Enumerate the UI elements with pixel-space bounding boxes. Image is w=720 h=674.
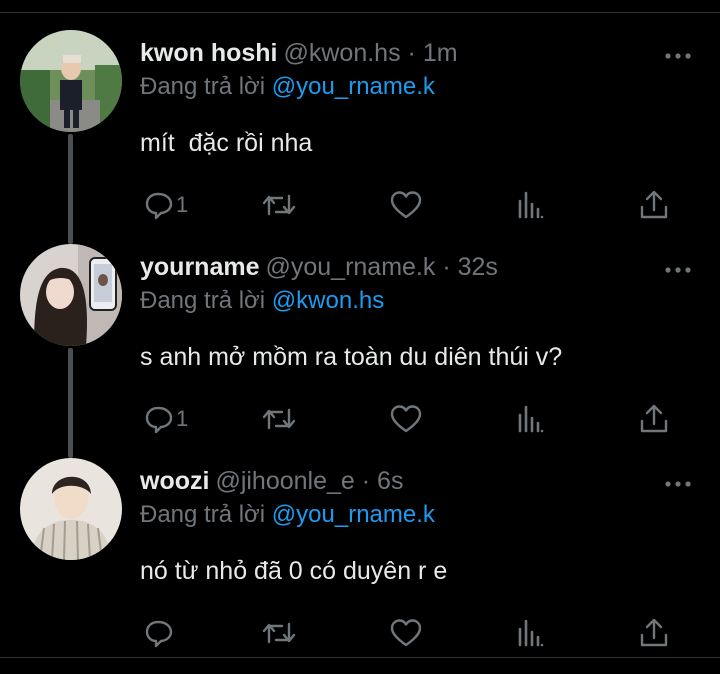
- tweet-header: kwon hoshi @kwon.hs · 1m: [140, 38, 458, 68]
- tweet-text: mít đặc rồi nha: [140, 129, 313, 157]
- share-icon: [640, 404, 668, 433]
- reply-button[interactable]: 1: [144, 188, 188, 222]
- reply-icon: [145, 406, 173, 434]
- more-icon[interactable]: [664, 48, 692, 59]
- reply-context: Đang trả lời @you_rname.k: [140, 501, 435, 528]
- like-icon: [390, 405, 422, 433]
- reply-icon: [145, 192, 173, 220]
- handle[interactable]: @jihoonle_e · 6s: [215, 467, 403, 495]
- retweet-button[interactable]: [262, 402, 296, 436]
- reply-mention[interactable]: @you_rname.k: [272, 73, 435, 100]
- display-name[interactable]: woozi: [140, 467, 209, 495]
- more-icon[interactable]: [664, 262, 692, 273]
- reply-button[interactable]: 1: [144, 402, 188, 436]
- views-icon: [518, 619, 544, 647]
- retweet-icon: [262, 408, 296, 430]
- timestamp: · 6s: [361, 467, 404, 495]
- display-name[interactable]: yourname: [140, 253, 259, 281]
- handle[interactable]: @kwon.hs · 1m: [284, 39, 458, 67]
- views-button[interactable]: [516, 402, 546, 436]
- retweet-button[interactable]: [262, 188, 296, 222]
- like-icon: [390, 191, 422, 219]
- avatar[interactable]: [20, 30, 122, 132]
- reply-count: 1: [176, 406, 189, 431]
- reply-mention[interactable]: @you_rname.k: [272, 501, 435, 528]
- reply-mention[interactable]: @kwon.hs: [272, 287, 384, 314]
- share-button[interactable]: [638, 188, 670, 222]
- timestamp: · 32s: [442, 253, 498, 281]
- tweet[interactable]: woozi @jihoonle_e · 6s Đang trả lời @you_…: [0, 458, 720, 648]
- tweet-header: yourname @you_rname.k · 32s: [140, 252, 498, 282]
- display-name[interactable]: kwon hoshi: [140, 39, 278, 67]
- share-button[interactable]: [638, 616, 670, 650]
- share-icon: [640, 618, 668, 647]
- share-button[interactable]: [638, 402, 670, 436]
- avatar[interactable]: [20, 458, 122, 560]
- retweet-icon: [262, 622, 296, 644]
- avatar[interactable]: [20, 244, 122, 346]
- tweet[interactable]: yourname @you_rname.k · 32s Đang trả lời …: [0, 244, 720, 434]
- views-button[interactable]: [516, 188, 546, 222]
- action-bar: 1: [140, 188, 680, 228]
- tweet[interactable]: kwon hoshi @kwon.hs · 1m Đang trả lời @yo…: [0, 30, 720, 220]
- action-bar: 1: [140, 402, 680, 442]
- share-icon: [640, 190, 668, 219]
- tweet-header: woozi @jihoonle_e · 6s: [140, 466, 403, 496]
- like-button[interactable]: [390, 188, 422, 222]
- reply-context: Đang trả lời @kwon.hs: [140, 287, 385, 314]
- like-button[interactable]: [390, 616, 422, 650]
- reply-count: 1: [176, 192, 189, 217]
- reply-context: Đang trả lời @you_rname.k: [140, 73, 435, 100]
- bottom-divider: [0, 657, 720, 658]
- retweet-icon: [262, 194, 296, 216]
- timestamp: · 1m: [407, 39, 458, 67]
- more-icon[interactable]: [664, 476, 692, 487]
- views-icon: [518, 405, 544, 433]
- tweet-text: s anh mở mồm ra toàn du diên thúi v?: [140, 343, 563, 371]
- action-bar: [140, 616, 680, 656]
- reply-icon: [145, 620, 173, 648]
- views-icon: [518, 191, 544, 219]
- like-icon: [390, 619, 422, 647]
- like-button[interactable]: [390, 402, 422, 436]
- retweet-button[interactable]: [262, 616, 296, 650]
- reply-button[interactable]: [144, 616, 176, 650]
- tweet-text: nó từ nhỏ đã 0 có duyên r e: [140, 557, 448, 585]
- views-button[interactable]: [516, 616, 546, 650]
- handle[interactable]: @you_rname.k · 32s: [265, 253, 497, 281]
- top-divider: [0, 12, 720, 13]
